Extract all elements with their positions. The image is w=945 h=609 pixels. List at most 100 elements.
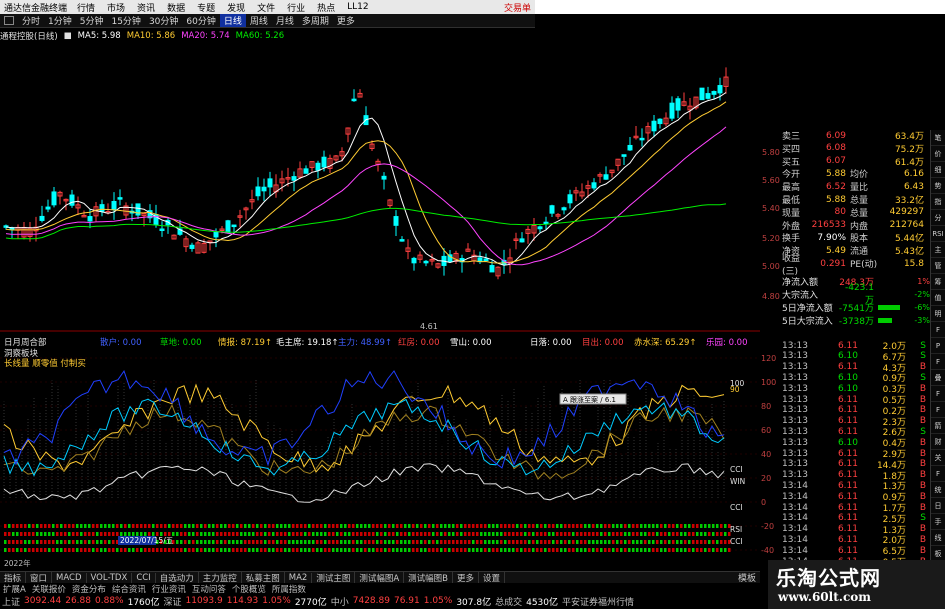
status-link[interactable]: 扩展A xyxy=(0,583,29,595)
signal-dot xyxy=(560,540,563,544)
index-field: 1.05% xyxy=(423,596,453,606)
signal-dot xyxy=(676,524,679,528)
status-link[interactable]: 关联报价 xyxy=(29,583,69,595)
period-tab-1min[interactable]: 1分钟 xyxy=(44,14,76,27)
period-tab-30min[interactable]: 30分钟 xyxy=(145,14,182,27)
menu-item-quotes[interactable]: 行情 xyxy=(71,1,101,14)
bottom-tab[interactable]: 测试主图 xyxy=(312,571,356,584)
signal-dot xyxy=(288,548,291,552)
signal-dot xyxy=(44,540,47,544)
right-tab[interactable]: 日 xyxy=(931,498,945,514)
right-tab[interactable]: F xyxy=(931,322,945,338)
menu-item-hot[interactable]: 热点 xyxy=(311,1,341,14)
right-tab[interactable]: 线 xyxy=(931,530,945,546)
tick-list[interactable]: 13:13 6.11 2.0万 S 13:13 6.10 6.7万 S 13:13 6.11 4.3… xyxy=(782,340,930,569)
right-tab[interactable]: 财 xyxy=(931,434,945,450)
signal-dot xyxy=(16,540,19,544)
right-tab[interactable]: 细 xyxy=(931,162,945,178)
right-tab[interactable]: F xyxy=(931,402,945,418)
signal-dot xyxy=(560,524,563,528)
period-tab-60min[interactable]: 60分钟 xyxy=(182,14,219,27)
menu-item-data[interactable]: 数据 xyxy=(161,1,191,14)
right-tab[interactable]: 笔 xyxy=(931,130,945,146)
period-tab-intraday[interactable]: 分时 xyxy=(18,14,44,27)
quote-value2: 63.4万 xyxy=(894,132,924,142)
candlestick-chart[interactable]: 4.61 xyxy=(0,42,760,332)
signal-dot xyxy=(168,524,171,528)
right-tab[interactable]: 管 xyxy=(931,258,945,274)
indicator-chart[interactable]: A 跟涨至案 / 6.1 2022/07/15/五 2022年 10090CCI… xyxy=(0,348,760,568)
tick-price: 6.11 xyxy=(837,416,858,427)
right-tab[interactable]: F xyxy=(931,354,945,370)
period-tab-weekly[interactable]: 周线 xyxy=(246,14,272,27)
period-tab-15min[interactable]: 15分钟 xyxy=(107,14,144,27)
period-tab-multi[interactable]: 多周期 xyxy=(298,14,333,27)
signal-dot xyxy=(572,524,575,528)
status-link[interactable]: 资金分布 xyxy=(69,583,109,595)
right-tab[interactable]: 统 xyxy=(931,482,945,498)
right-tab[interactable]: F xyxy=(931,386,945,402)
menu-item-news[interactable]: 资讯 xyxy=(131,1,161,14)
status-link[interactable]: 综合资讯 xyxy=(109,583,149,595)
status-link[interactable]: 互动问答 xyxy=(189,583,229,595)
signal-dot xyxy=(468,532,471,536)
status-link[interactable]: 所属指数 xyxy=(269,583,309,595)
signal-dot xyxy=(232,532,235,536)
right-tab[interactable]: 价 xyxy=(931,146,945,162)
signal-dot xyxy=(380,524,383,528)
signal-dot xyxy=(292,532,295,536)
bottom-tab[interactable]: VOL-TDX xyxy=(87,572,133,583)
right-tab[interactable]: 主 xyxy=(931,242,945,258)
right-tab[interactable]: 势 xyxy=(931,178,945,194)
index-field: 1.05% xyxy=(262,596,291,606)
bottom-tab[interactable]: 测试幅图A xyxy=(355,571,405,584)
lock-icon[interactable] xyxy=(4,16,14,25)
bottom-tab[interactable]: 测试幅图B xyxy=(404,571,453,584)
right-tab[interactable]: 值 xyxy=(931,290,945,306)
status-link[interactable]: 行业资讯 xyxy=(149,583,189,595)
period-tab-more[interactable]: 更多 xyxy=(333,14,359,27)
right-tab[interactable]: P xyxy=(931,338,945,354)
right-tab[interactable]: 分 xyxy=(931,210,945,226)
bottom-tab[interactable]: 设置 xyxy=(479,571,506,584)
signal-dot xyxy=(464,524,467,528)
indicator-name[interactable]: 日月周合部 xyxy=(4,336,47,348)
period-tab-monthly[interactable]: 月线 xyxy=(272,14,298,27)
signal-dot xyxy=(552,540,555,544)
menu-item-ll12[interactable]: LL12 xyxy=(341,2,374,12)
right-tab[interactable]: 箭 xyxy=(931,418,945,434)
bottom-tab[interactable]: MACD xyxy=(52,572,87,583)
tick-time: 13:13 xyxy=(782,426,808,437)
signal-dot xyxy=(572,532,575,536)
right-tab[interactable]: 叠 xyxy=(931,370,945,386)
right-tab[interactable]: 明 xyxy=(931,306,945,322)
trade-order-button[interactable]: 交易单 xyxy=(504,1,535,14)
bottom-tab[interactable]: CCI xyxy=(132,572,156,583)
right-tab[interactable]: 关 xyxy=(931,450,945,466)
right-tab[interactable]: 指 xyxy=(931,194,945,210)
menu-item-discover[interactable]: 发现 xyxy=(221,1,251,14)
right-tab[interactable]: 筹 xyxy=(931,274,945,290)
menu-item-file[interactable]: 文件 xyxy=(251,1,281,14)
candle-body xyxy=(705,93,711,99)
signal-dot xyxy=(684,540,687,544)
right-tab[interactable]: F xyxy=(931,466,945,482)
signal-dot xyxy=(404,532,407,536)
menu-item-topics[interactable]: 专题 xyxy=(191,1,221,14)
tick-row: 13:14 6.11 0.9万 B xyxy=(782,491,930,504)
bottom-tab[interactable]: 更多 xyxy=(453,571,480,584)
tick-side: S xyxy=(920,426,926,437)
bottom-tab[interactable]: MA2 xyxy=(285,572,313,583)
signal-dot xyxy=(304,548,307,552)
menu-item-market[interactable]: 市场 xyxy=(101,1,131,14)
period-tab-5min[interactable]: 5分钟 xyxy=(76,14,108,27)
right-tab[interactable]: RSI xyxy=(931,226,945,242)
period-tab-daily[interactable]: 日线 xyxy=(219,14,246,27)
right-tab[interactable]: 手 xyxy=(931,514,945,530)
signal-dot xyxy=(180,524,183,528)
tick-row: 13:14 6.11 1.3万 B xyxy=(782,480,930,493)
candle-body xyxy=(621,154,627,157)
signal-dot xyxy=(412,548,415,552)
menu-item-industry[interactable]: 行业 xyxy=(281,1,311,14)
status-link[interactable]: 个股概览 xyxy=(229,583,269,595)
